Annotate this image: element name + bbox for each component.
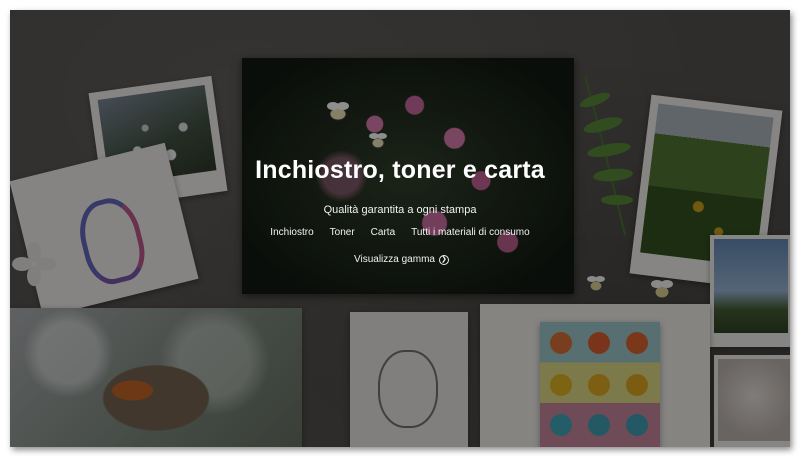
hero-title: Inchiostro, toner e carta [255, 156, 545, 184]
chevron-right-circle-icon: ❯ [438, 254, 449, 265]
view-range-label: Visualizza gamma [354, 254, 435, 265]
hero-subtitle: Qualità garantita a ogni stampa [323, 204, 477, 216]
link-toner[interactable]: Toner [330, 227, 355, 238]
hero-banner: Inchiostro, toner e carta Qualità garant… [10, 10, 790, 447]
view-range-button[interactable]: Visualizza gamma ❯ [354, 254, 449, 265]
link-inchiostro[interactable]: Inchiostro [270, 227, 313, 238]
link-carta[interactable]: Carta [371, 227, 395, 238]
link-all-supplies[interactable]: Tutti i materiali di consumo [411, 227, 530, 238]
hero-content: Inchiostro, toner e carta Qualità garant… [10, 10, 790, 447]
category-links: Inchiostro Toner Carta Tutti i materiali… [10, 227, 790, 238]
